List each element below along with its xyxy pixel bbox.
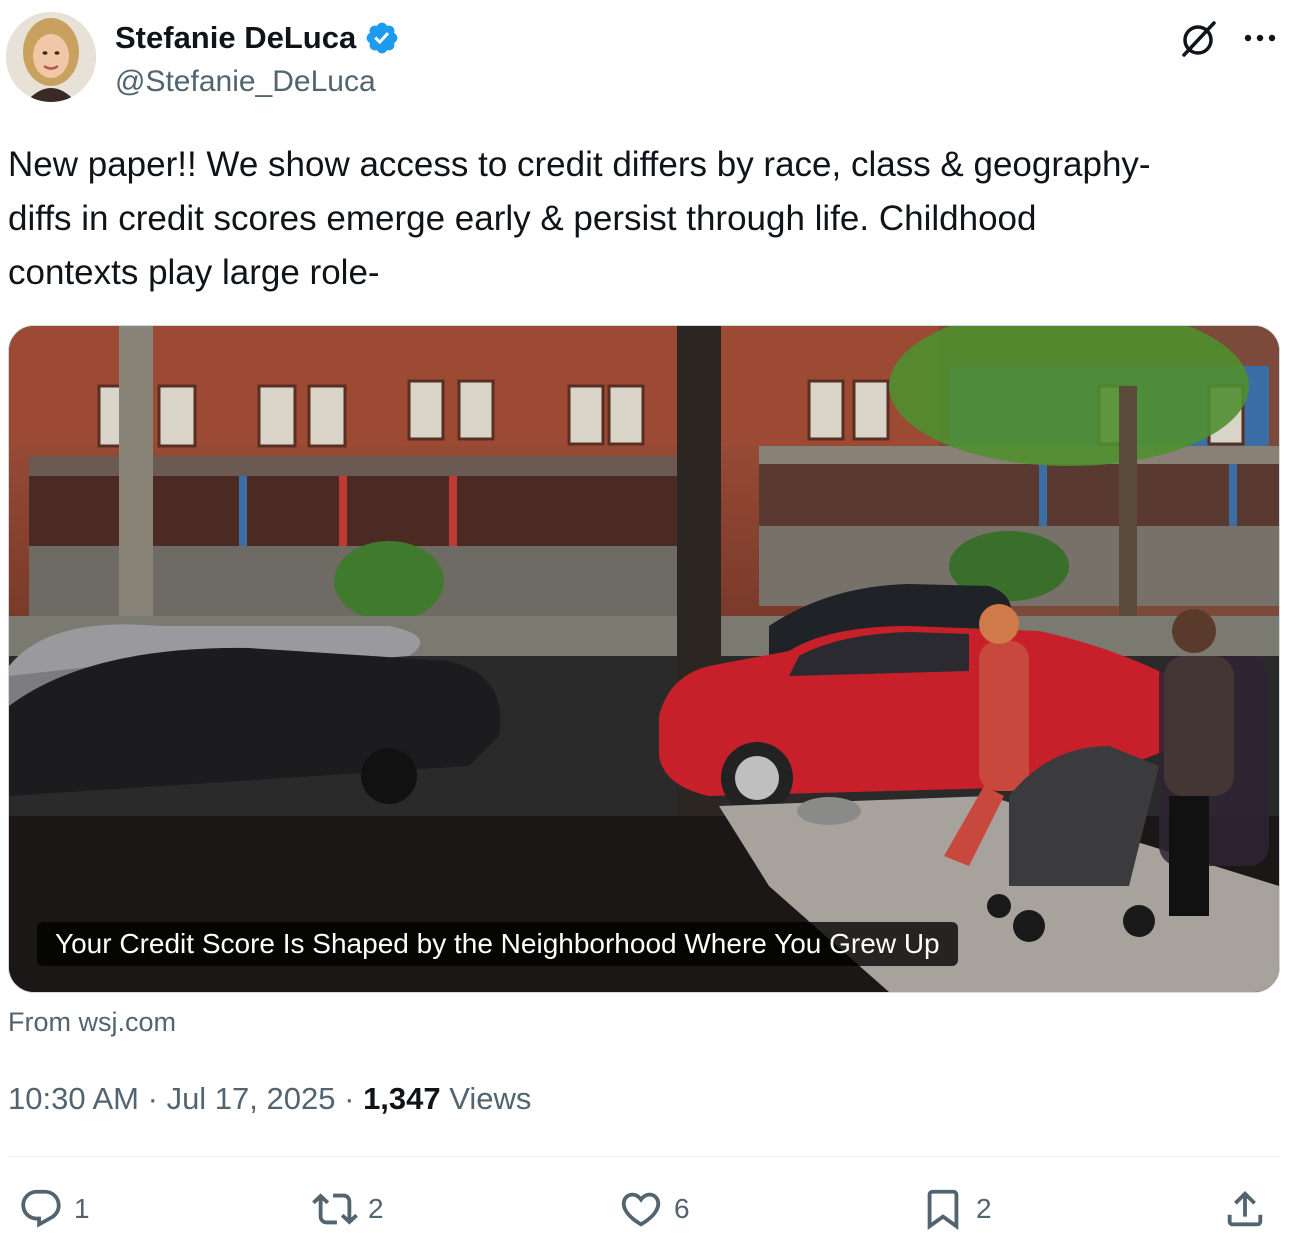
bookmark-button[interactable]: 2	[920, 1186, 992, 1232]
reply-icon	[21, 1189, 61, 1228]
reply-count: 1	[74, 1193, 90, 1224]
share-icon	[1227, 1190, 1263, 1227]
tweet-meta: 10:30 AM · Jul 17, 2025 · 1,347 Views	[8, 1078, 531, 1120]
like-count: 6	[674, 1193, 690, 1224]
repost-icon	[312, 1193, 358, 1225]
display-name[interactable]: Stefanie DeLuca	[115, 16, 356, 60]
bookmark-count: 2	[976, 1193, 992, 1224]
repost-button[interactable]: 2	[312, 1186, 384, 1232]
meta-separator: ·	[147, 1081, 158, 1116]
author-name-row[interactable]: Stefanie DeLuca	[115, 16, 400, 60]
tweet-card: Stefanie DeLuca @Stefanie_DeLuca New pap…	[0, 0, 1311, 1260]
like-button[interactable]: 6	[618, 1186, 690, 1232]
tweet-text: New paper!! We show access to credit dif…	[8, 145, 1151, 292]
action-bar: 1 2 6 2	[0, 1180, 1311, 1240]
meta-separator: ·	[344, 1081, 355, 1116]
repost-count: 2	[368, 1193, 384, 1224]
link-source[interactable]: From wsj.com	[8, 1004, 176, 1040]
divider	[8, 1156, 1280, 1157]
views-label: Views	[449, 1081, 532, 1116]
heart-icon	[621, 1192, 661, 1227]
grok-icon[interactable]	[1178, 18, 1220, 60]
street-scene-photo	[9, 326, 1279, 992]
verified-badge-icon	[364, 20, 400, 56]
reply-button[interactable]: 1	[18, 1186, 90, 1232]
avatar[interactable]	[6, 12, 96, 102]
tweet-date[interactable]: Jul 17, 2025	[167, 1081, 336, 1116]
avatar-photo	[6, 12, 96, 102]
bookmark-icon	[927, 1189, 959, 1230]
link-card-image[interactable]: Your Credit Score Is Shaped by the Neigh…	[8, 325, 1280, 993]
more-icon[interactable]	[1240, 20, 1280, 60]
author-handle[interactable]: @Stefanie_DeLuca	[115, 62, 376, 102]
share-button[interactable]	[1222, 1186, 1268, 1232]
views-count: 1,347	[363, 1081, 441, 1116]
tweet-time[interactable]: 10:30 AM	[8, 1081, 139, 1116]
link-card-title[interactable]: Your Credit Score Is Shaped by the Neigh…	[37, 922, 958, 966]
